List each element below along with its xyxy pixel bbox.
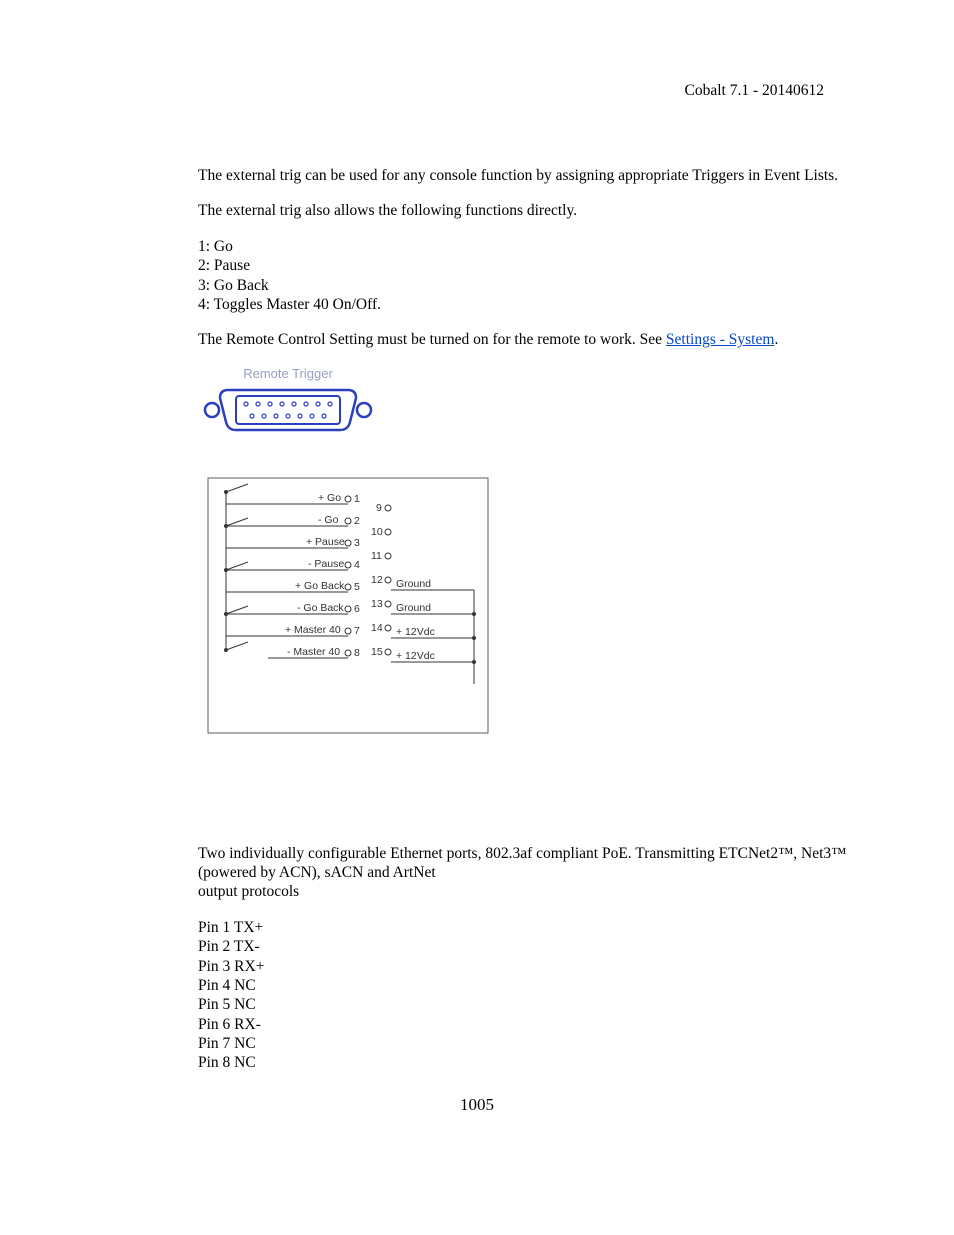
svg-text:14: 14 <box>371 622 383 634</box>
paragraph: The Remote Control Setting must be turne… <box>198 330 854 349</box>
text: The Remote Control Setting must be turne… <box>198 331 666 348</box>
svg-text:9: 9 <box>376 502 382 514</box>
svg-text:- Pause: - Pause <box>308 558 344 570</box>
text: . <box>774 331 778 348</box>
list-item: 3: Go Back <box>198 276 854 295</box>
paragraph: Two individually configurable Ethernet p… <box>198 844 854 883</box>
remote-trigger-connector-diagram: Remote Trigger <box>198 366 854 442</box>
remote-trigger-pinout-diagram: + Go 1 - Go 2 + Pause 3 <box>198 464 854 744</box>
svg-text:7: 7 <box>354 625 360 637</box>
settings-system-link[interactable]: Settings - System <box>666 331 775 348</box>
list-item: Pin 4 NC <box>198 976 854 995</box>
svg-text:5: 5 <box>354 581 360 593</box>
svg-text:+ 12Vdc: + 12Vdc <box>396 626 435 638</box>
list-item: Pin 7 NC <box>198 1034 854 1053</box>
list-item: Pin 2 TX- <box>198 937 854 956</box>
svg-text:2: 2 <box>354 515 360 527</box>
page-number: 1005 <box>0 1095 954 1115</box>
svg-text:8: 8 <box>354 647 360 659</box>
svg-text:- Master 40: - Master 40 <box>287 646 340 658</box>
svg-text:Ground: Ground <box>396 578 431 590</box>
list-item: 4: Toggles Master 40 On/Off. <box>198 295 854 314</box>
svg-text:11: 11 <box>371 550 382 562</box>
svg-text:+ 12Vdc: + 12Vdc <box>396 650 435 662</box>
svg-text:3: 3 <box>354 537 360 549</box>
svg-text:12: 12 <box>371 574 383 586</box>
svg-text:+ Pause: + Pause <box>306 536 345 548</box>
diagram-title: Remote Trigger <box>243 366 333 381</box>
list-item: Pin 5 NC <box>198 995 854 1014</box>
svg-text:13: 13 <box>371 598 383 610</box>
list-item: Pin 8 NC <box>198 1053 854 1072</box>
svg-text:+ Master 40: + Master 40 <box>285 624 341 636</box>
list-item: Pin 6 RX- <box>198 1015 854 1034</box>
list-item: Pin 3 RX+ <box>198 957 854 976</box>
svg-text:- Go Back: - Go Back <box>297 602 344 614</box>
pin-list: Pin 1 TX+ Pin 2 TX- Pin 3 RX+ Pin 4 NC P… <box>198 918 854 1073</box>
svg-text:15: 15 <box>371 646 383 658</box>
svg-text:- Go: - Go <box>318 514 339 526</box>
svg-text:Ground: Ground <box>396 602 431 614</box>
function-list: 1: Go 2: Pause 3: Go Back 4: Toggles Mas… <box>198 237 854 315</box>
list-item: Pin 1 TX+ <box>198 918 854 937</box>
paragraph: The external trig can be used for any co… <box>198 166 854 185</box>
paragraph: output protocols <box>198 882 854 901</box>
svg-text:4: 4 <box>354 559 360 571</box>
header-version: Cobalt 7.1 - 20140612 <box>198 82 854 100</box>
svg-text:10: 10 <box>371 526 383 538</box>
list-item: 1: Go <box>198 237 854 256</box>
svg-text:1: 1 <box>354 493 360 505</box>
list-item: 2: Pause <box>198 256 854 275</box>
svg-text:6: 6 <box>354 603 360 615</box>
svg-text:+ Go: + Go <box>318 492 341 504</box>
svg-text:+ Go Back: + Go Back <box>295 580 345 592</box>
paragraph: The external trig also allows the follow… <box>198 201 854 220</box>
